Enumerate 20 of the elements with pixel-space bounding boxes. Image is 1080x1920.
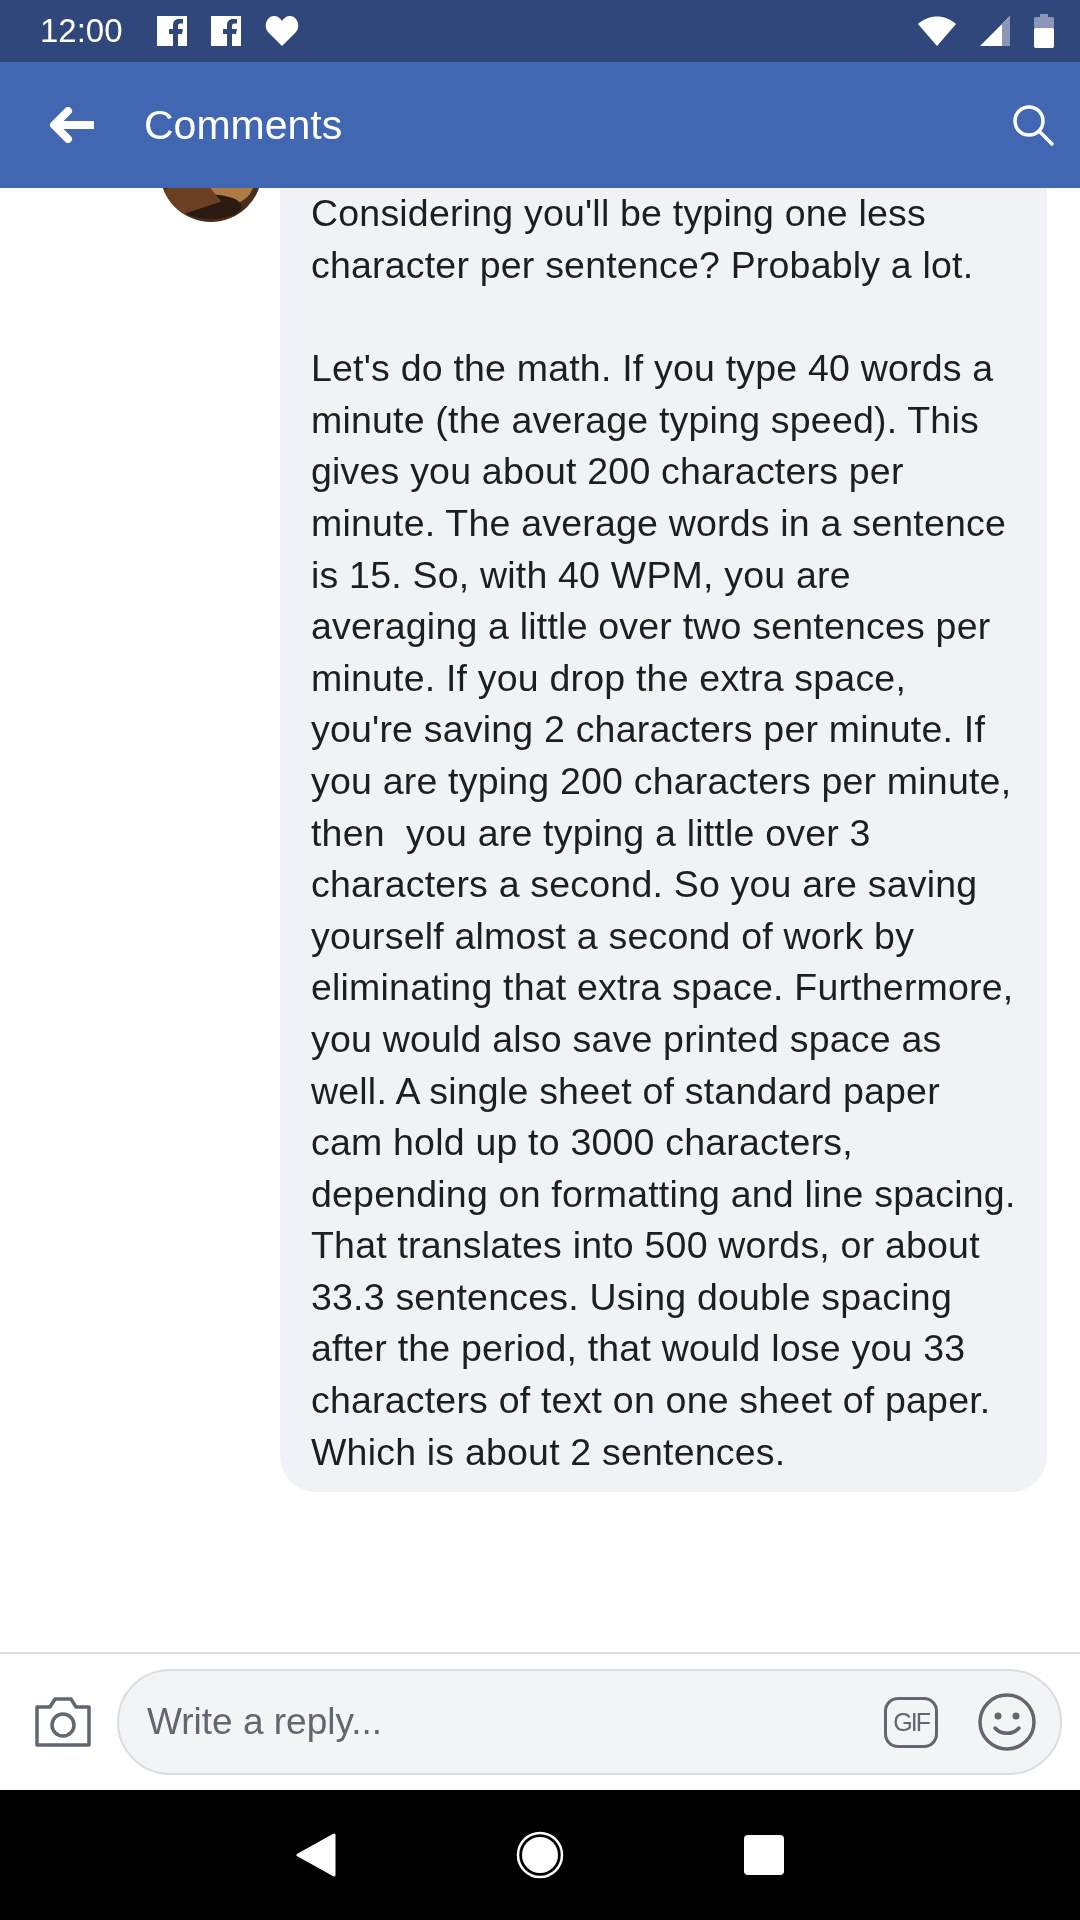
camera-icon[interactable] (33, 1695, 93, 1749)
facebook-icon (210, 16, 241, 46)
smiley-icon[interactable] (978, 1693, 1036, 1751)
search-button[interactable] (1012, 104, 1054, 146)
battery-icon (1034, 14, 1054, 48)
back-arrow-icon (48, 107, 94, 143)
signal-icon (980, 16, 1010, 46)
wifi-icon (918, 16, 956, 46)
heart-icon (264, 16, 299, 46)
screen-title: Comments (144, 101, 344, 149)
back-button[interactable] (48, 107, 94, 143)
back-nav-icon[interactable] (296, 1833, 336, 1877)
comment-text: Let's do the math. If you type 40 words a minute (the average typing speed). This gives you about 200 characters per minute. The average words in a sentence is 15. So, with 40 WPM, you are averaging a little over two sentences per minute. If you drop the extra space, you're saving 2 characters per minute. If you are typing 200 characters per minute, then you are typing a little over 3 characters a second. So you are saving yourself almost a second of work by eliminating that extra space. Furthermore, you would also save printed space as well. A single sheet of standard paper cam hold up to 3000 characters, depending on formatting and line spacing. That translates into 500 words, or about 33.3 sentences. Using double spacing after the period, that would lose you 33 characters of text on one sheet of paper. Which is about 2 sentences. (311, 346, 1017, 1475)
comment-text: Considering you'll be typing one less character per sentence? Probably a lot. (311, 191, 975, 288)
home-nav-icon[interactable] (516, 1831, 564, 1879)
status-time: 12:00 (40, 12, 123, 50)
gif-button[interactable]: GIF (884, 1696, 938, 1748)
reply-field[interactable]: Write a reply... GIF (117, 1669, 1062, 1775)
facebook-icon (156, 16, 187, 46)
search-icon (1012, 104, 1054, 146)
